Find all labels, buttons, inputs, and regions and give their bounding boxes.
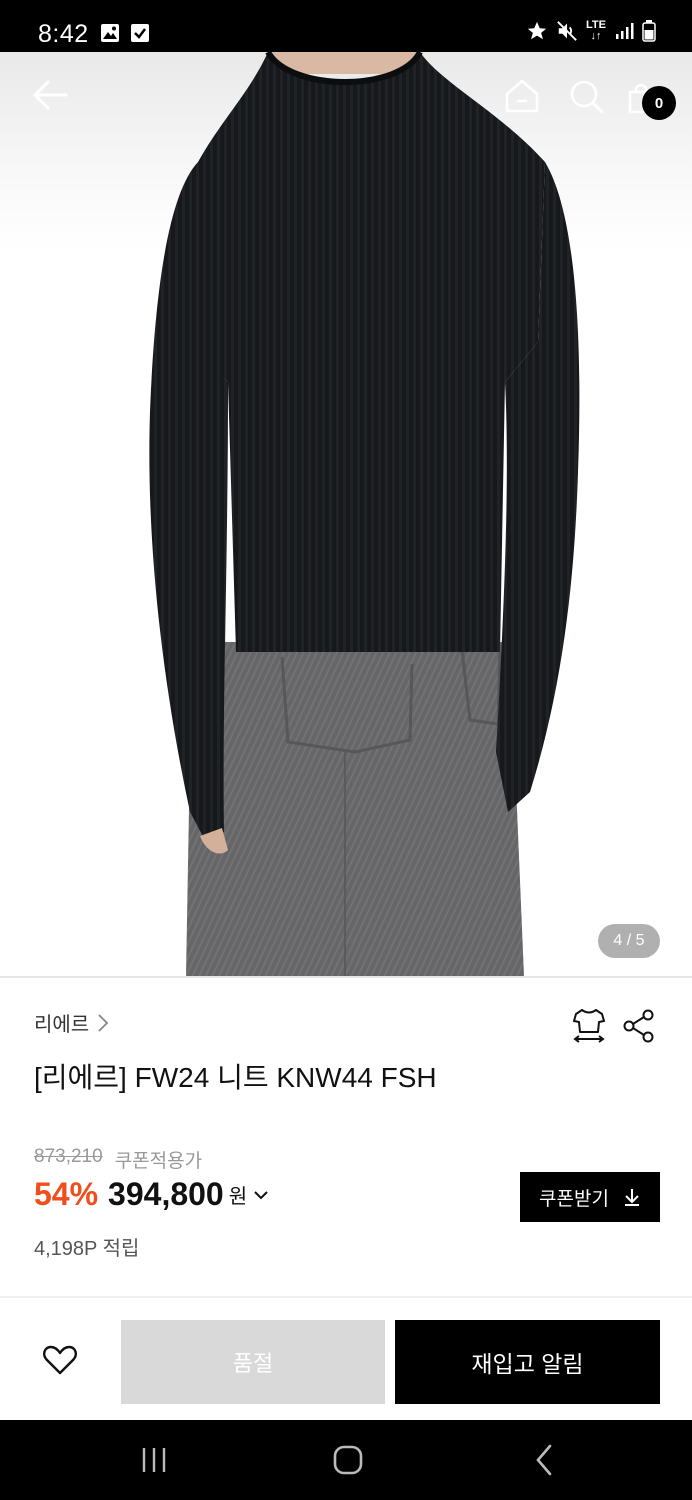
search-button[interactable] — [566, 76, 606, 116]
get-coupon-button[interactable]: 쿠폰받기 — [520, 1172, 660, 1222]
divider — [0, 1296, 692, 1298]
battery-icon — [642, 20, 656, 42]
coupon-price-label: 쿠폰적용가 — [114, 1151, 203, 1172]
cart-button[interactable]: 0 — [622, 76, 678, 124]
back-nav-icon[interactable] — [530, 1442, 558, 1478]
brand-link[interactable]: 리에르 — [34, 1008, 109, 1037]
share-button[interactable] — [622, 1008, 656, 1044]
search-icon — [570, 80, 604, 114]
home-button[interactable] — [502, 76, 542, 116]
share-icon — [623, 1009, 654, 1043]
tshirt-size-icon — [573, 1009, 605, 1043]
chevron-down-icon — [254, 1190, 268, 1199]
lte-arrows-icon: ↓↑ — [590, 30, 602, 42]
star-icon — [527, 21, 547, 40]
restock-alert-button[interactable]: 재입고 알림 — [395, 1320, 660, 1404]
chevron-right-icon — [98, 1013, 109, 1032]
recents-icon[interactable] — [140, 1446, 168, 1474]
status-right-icons: LTE ↓↑ — [526, 20, 656, 42]
original-price: 873,210 — [34, 1146, 103, 1167]
sale-price: 394,800 — [108, 1176, 224, 1212]
status-time: 8:42 — [38, 20, 89, 48]
system-navigation-bar — [0, 1420, 692, 1500]
size-guide-button[interactable] — [570, 1006, 608, 1044]
currency-label: 원 — [228, 1186, 248, 1208]
mute-icon — [557, 21, 577, 41]
signal-icon — [616, 23, 634, 39]
product-title: [리에르] FW24 니트 KNW44 FSH — [34, 1062, 437, 1093]
divider — [0, 976, 692, 978]
arrow-left-icon — [33, 80, 68, 110]
back-button[interactable] — [30, 78, 70, 112]
discount-rate: 54% — [34, 1176, 99, 1212]
heart-icon — [43, 1345, 77, 1375]
lte-icon: LTE ↓↑ — [586, 20, 606, 42]
gallery-page-indicator: 4 / 5 — [598, 924, 660, 958]
download-icon — [624, 1189, 639, 1206]
wishlist-button[interactable] — [40, 1340, 80, 1380]
status-left-icons — [100, 23, 150, 43]
price-row[interactable]: 54% 394,800 원 — [34, 1176, 269, 1213]
product-photo — [149, 52, 580, 976]
original-price-row: 873,210 쿠폰적용가 — [34, 1146, 202, 1173]
cart-count-badge: 0 — [642, 86, 676, 120]
check-icon — [131, 24, 149, 42]
home-icon — [505, 79, 539, 113]
brand-name: 리에르 — [34, 1014, 90, 1036]
gallery-icon — [101, 24, 119, 42]
product-image-gallery[interactable]: 0 4 / 5 — [0, 52, 692, 976]
reward-points: 4,198P 적립 — [34, 1238, 140, 1260]
status-bar: 8:42 LTE ↓↑ — [0, 0, 692, 52]
home-nav-icon[interactable] — [330, 1442, 366, 1478]
soldout-button[interactable]: 품절 — [121, 1320, 385, 1404]
get-coupon-label: 쿠폰받기 — [539, 1188, 609, 1210]
